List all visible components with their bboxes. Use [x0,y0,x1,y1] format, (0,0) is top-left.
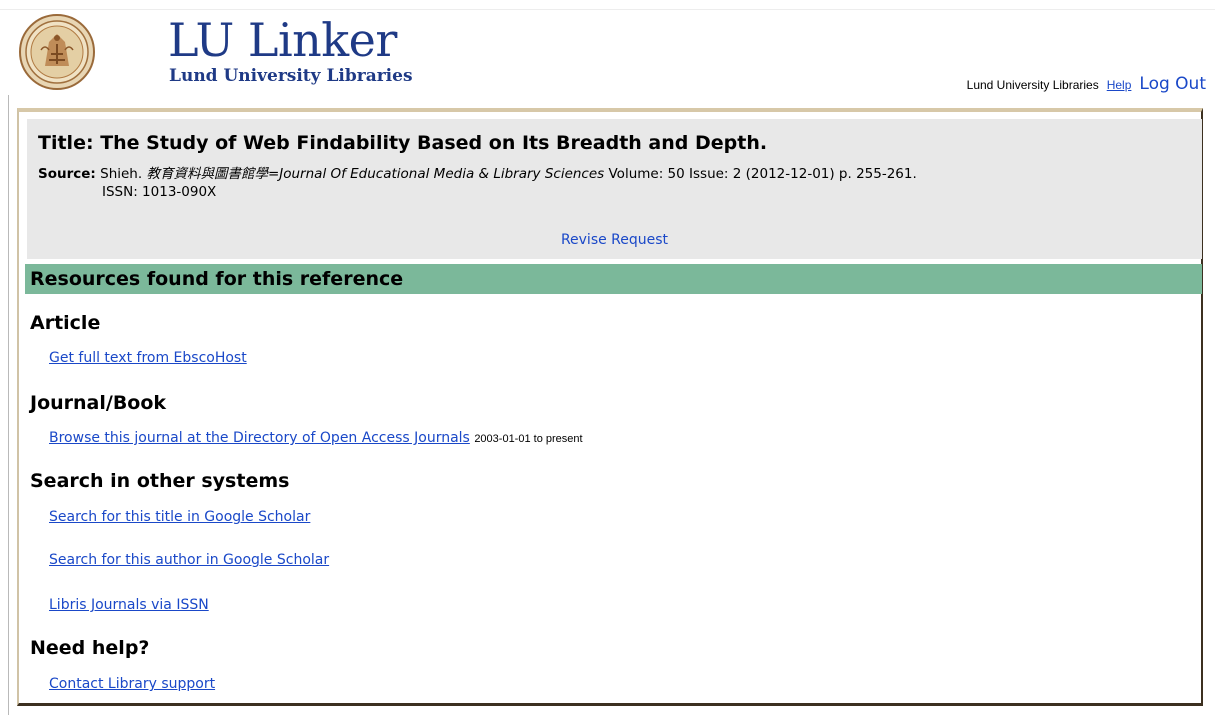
coverage-note: 2003-01-01 to present [474,433,583,445]
other-systems-heading: Search in other systems [30,470,290,492]
need-help-heading: Need help? [30,637,150,659]
logout-link[interactable]: Log Out [1139,74,1206,94]
title-label: Title: [38,132,94,154]
ebscohost-fulltext-link[interactable]: Get full text from EbscoHost [49,349,247,367]
university-seal-logo [19,14,95,90]
doaj-browse-link[interactable]: Browse this journal at the Directory of … [49,430,470,446]
help-link[interactable]: Help [1107,78,1132,92]
main-panel: Title: The Study of Web Findability Base… [17,108,1203,706]
contact-support-link[interactable]: Contact Library support [49,675,215,693]
institution-name: Lund University Libraries [966,78,1099,92]
logo-title: LU Linker [168,13,397,67]
source-journal: 教育資料與圖書館學=Journal Of Educational Media &… [146,166,605,182]
google-scholar-author-link[interactable]: Search for this author in Google Scholar [49,551,329,569]
page-left-rule [8,95,9,715]
journal-row: Browse this journal at the Directory of … [49,429,583,448]
revise-request-link[interactable]: Revise Request [27,232,1202,248]
google-scholar-title-link[interactable]: Search for this title in Google Scholar [49,508,310,526]
source-issn: ISSN: 1013-090X [102,184,217,200]
logo-subtitle: Lund University Libraries [169,66,413,86]
article-heading: Article [30,312,101,334]
resources-heading: Resources found for this reference [25,264,1202,294]
citation-box: Title: The Study of Web Findability Base… [27,119,1202,259]
citation-title: Title: The Study of Web Findability Base… [38,131,767,155]
header: LU Linker Lund University Libraries Lund… [0,0,1215,110]
source-label: Source: [38,166,96,182]
citation-source: Source: Shieh. 教育資料與圖書館學=Journal Of Educ… [38,165,1198,201]
libris-issn-link[interactable]: Libris Journals via ISSN [49,596,209,614]
title-text: The Study of Web Findability Based on It… [100,132,768,154]
source-details: Volume: 50 Issue: 2 (2012-12-01) p. 255-… [608,166,917,182]
top-links: Lund University Libraries Help Log Out [967,74,1206,94]
journal-book-heading: Journal/Book [30,392,167,414]
top-divider [0,9,1215,10]
source-author: Shieh. [100,166,143,182]
